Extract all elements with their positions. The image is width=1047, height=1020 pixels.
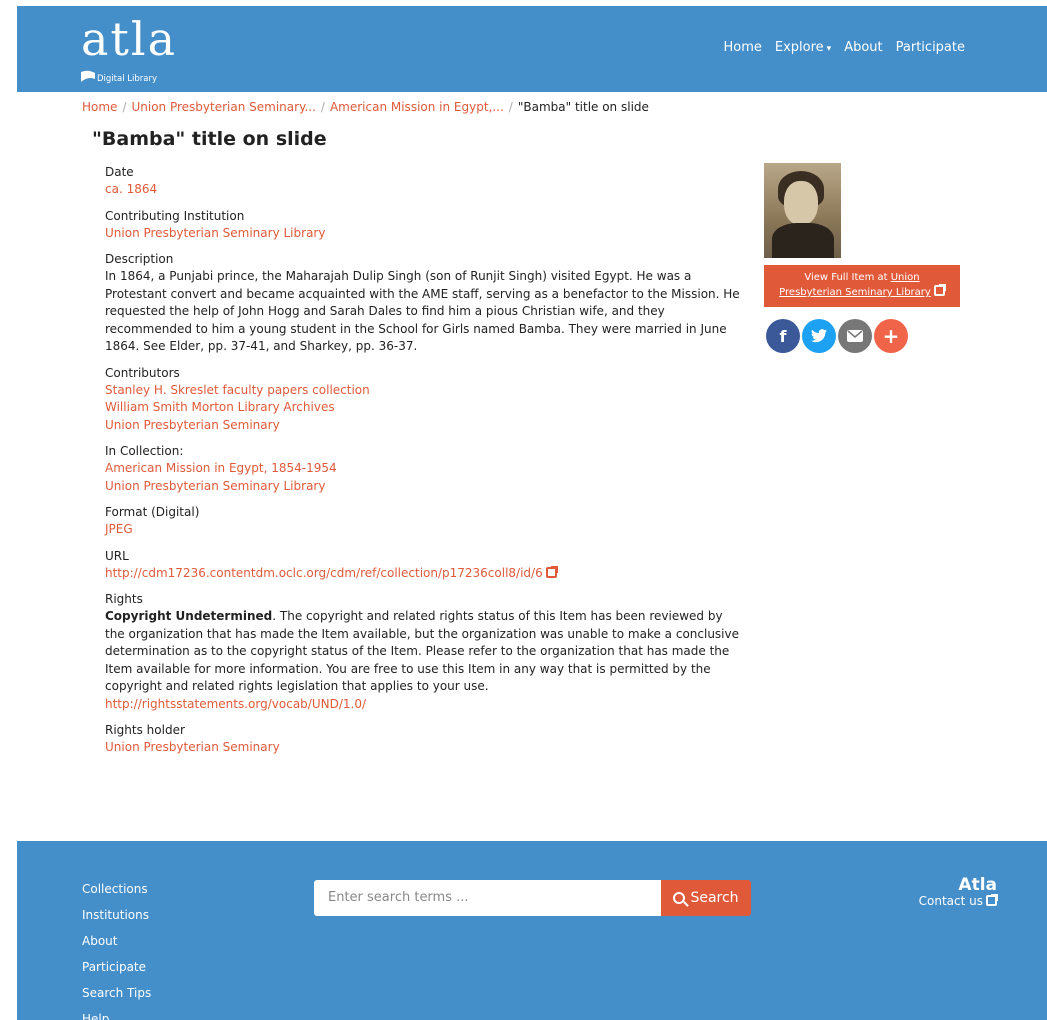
item-thumbnail[interactable] [764, 163, 841, 258]
nav-participate[interactable]: Participate [896, 40, 965, 55]
external-link-icon [545, 565, 558, 578]
date-link[interactable]: ca. 1864 [105, 181, 745, 199]
rights-statement-link[interactable]: http://rightsstatements.org/vocab/UND/1.… [105, 697, 366, 711]
logo-flag-icon [81, 70, 95, 82]
contributor-link[interactable]: Stanley H. Skreslet faculty papers colle… [105, 382, 745, 400]
email-share-button[interactable] [838, 319, 872, 353]
field-label: Description [105, 252, 174, 266]
field-label: Format (Digital) [105, 505, 200, 519]
nav-about[interactable]: About [844, 40, 882, 55]
field-url: URL http://cdm17236.contentdm.oclc.org/c… [105, 548, 745, 583]
collection-link[interactable]: American Mission in Egypt, 1854-1954 [105, 460, 745, 478]
footer-link-about[interactable]: About [82, 928, 151, 954]
search-icon [673, 892, 686, 904]
description-text: In 1864, a Punjabi prince, the Maharajah… [105, 269, 740, 353]
view-link-line1: Union [890, 272, 920, 283]
main-nav: Home Explore ▾ About Participate [723, 40, 965, 55]
field-format: Format (Digital) JPEG [105, 504, 745, 539]
plus-icon: + [882, 324, 900, 348]
item-url-link[interactable]: http://cdm17236.contentdm.oclc.org/cdm/r… [105, 565, 558, 580]
thumbnail-face [784, 181, 818, 225]
contact-us-link[interactable]: Contact us [918, 894, 998, 908]
field-rights-holder: Rights holder Union Presbyterian Seminar… [105, 722, 745, 757]
atla-logo[interactable]: atla Digital Library [81, 10, 201, 90]
logo-wordmark: atla [81, 12, 178, 66]
breadcrumb-separator: / [320, 100, 325, 114]
field-in-collection: In Collection: American Mission in Egypt… [105, 443, 745, 495]
facebook-share-button[interactable]: f [766, 319, 800, 353]
nav-home[interactable]: Home [723, 40, 761, 55]
more-share-button[interactable]: + [874, 319, 908, 353]
nav-explore[interactable]: Explore ▾ [775, 40, 831, 55]
site-header: atla Digital Library Home Explore ▾ About… [17, 6, 1047, 92]
thumbnail-body [772, 223, 834, 258]
site-footer: Collections Institutions About Participa… [17, 841, 1047, 1020]
social-share: f + [766, 319, 908, 353]
footer-link-participate[interactable]: Participate [82, 954, 151, 980]
nav-explore-label: Explore [774, 40, 824, 55]
field-label: Rights [105, 592, 143, 606]
contact-us-label: Contact us [918, 894, 983, 908]
item-metadata: Date ca. 1864 Contributing Institution U… [105, 164, 745, 766]
search-button[interactable]: Search [661, 880, 751, 916]
field-date: Date ca. 1864 [105, 164, 745, 199]
breadcrumb-current: "Bamba" title on slide [517, 100, 649, 114]
footer-link-search-tips[interactable]: Search Tips [82, 980, 151, 1006]
breadcrumb-institution[interactable]: Union Presbyterian Seminary... [131, 100, 315, 114]
page-title: "Bamba" title on slide [92, 128, 327, 150]
rights-status: Copyright Undetermined [105, 609, 273, 623]
field-label: Date [105, 165, 134, 179]
contributor-link[interactable]: Union Presbyterian Seminary [105, 417, 745, 435]
field-contributors: Contributors Stanley H. Skreslet faculty… [105, 365, 745, 435]
view-prefix: View Full Item at [804, 272, 891, 283]
search-button-label: Search [690, 890, 739, 906]
caret-down-icon: ▾ [826, 44, 832, 54]
breadcrumb-separator: / [122, 100, 127, 114]
field-label: In Collection: [105, 444, 184, 458]
field-label: Contributors [105, 365, 180, 380]
rights-statement: Copyright Undetermined. The copyright an… [105, 608, 745, 713]
format-link[interactable]: JPEG [105, 521, 745, 539]
footer-link-help[interactable]: Help [82, 1006, 151, 1020]
breadcrumb-home[interactable]: Home [82, 100, 117, 114]
external-link-icon [933, 284, 946, 296]
field-description: Description In 1864, a Punjabi prince, t… [105, 251, 745, 356]
view-full-item-button[interactable]: View Full Item at Union Presbyterian Sem… [764, 265, 960, 307]
contributor-link[interactable]: William Smith Morton Library Archives [105, 399, 745, 417]
field-label: Rights holder [105, 723, 185, 737]
breadcrumb-separator: / [508, 100, 513, 114]
envelope-icon [847, 330, 863, 342]
footer-links: Collections Institutions About Participa… [82, 876, 151, 1020]
field-contributing-institution: Contributing Institution Union Presbyter… [105, 208, 745, 243]
field-label: Contributing Institution [105, 208, 245, 223]
facebook-icon: f [779, 326, 787, 346]
search-input[interactable]: Enter search terms ... [314, 880, 661, 916]
field-rights: Rights Copyright Undetermined. The copyr… [105, 591, 745, 713]
twitter-share-button[interactable] [802, 319, 836, 353]
view-link-line2: Presbyterian Seminary Library [779, 287, 931, 298]
twitter-icon [811, 329, 827, 343]
footer-link-collections[interactable]: Collections [82, 876, 151, 902]
external-link-icon [986, 894, 998, 906]
institution-link[interactable]: Union Presbyterian Seminary Library [105, 225, 745, 243]
footer-link-institutions[interactable]: Institutions [82, 902, 151, 928]
footer-brand-name: Atla [958, 875, 997, 895]
footer-brand: Atla Contact us [918, 875, 998, 908]
collection-link[interactable]: Union Presbyterian Seminary Library [105, 478, 745, 496]
item-url-text: http://cdm17236.contentdm.oclc.org/cdm/r… [105, 565, 543, 580]
breadcrumb-collection[interactable]: American Mission in Egypt,... [330, 100, 504, 114]
logo-subtitle: Digital Library [97, 74, 157, 84]
field-label: URL [105, 548, 129, 563]
rights-holder-link[interactable]: Union Presbyterian Seminary [105, 739, 745, 757]
breadcrumb: Home / Union Presbyterian Seminary... / Amer… [82, 100, 649, 114]
